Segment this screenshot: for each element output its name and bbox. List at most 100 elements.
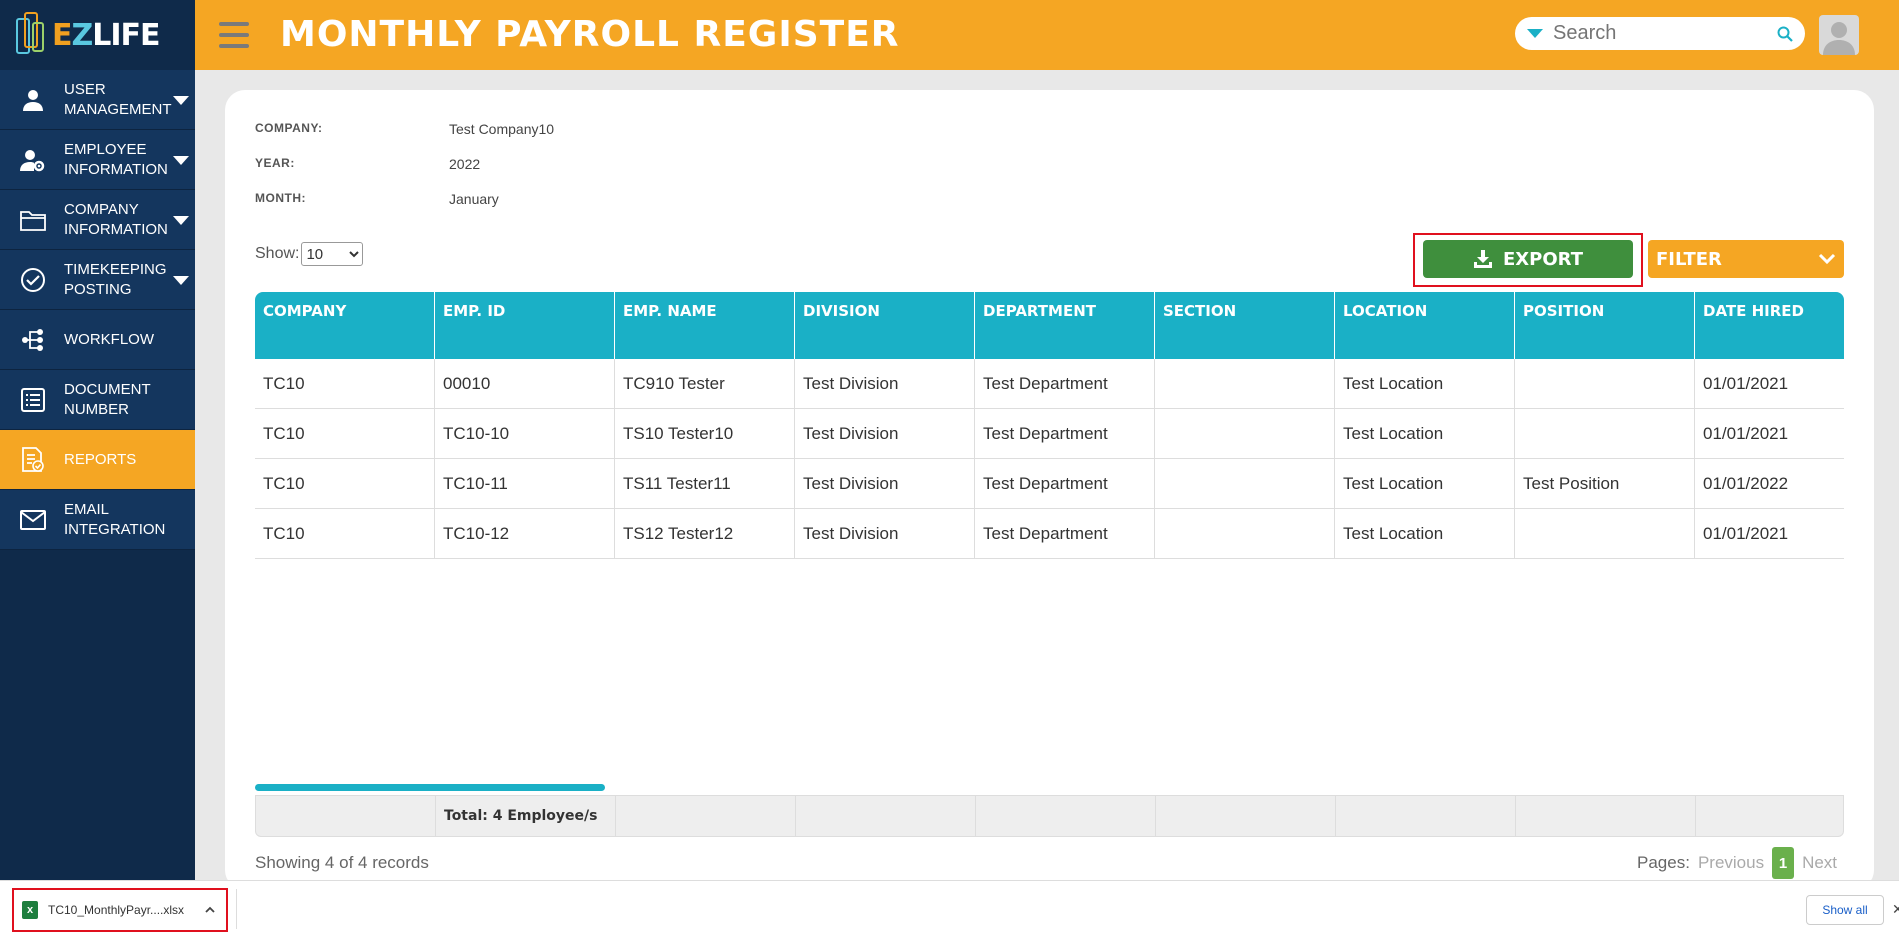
column-header-department[interactable]: DEPARTMENT <box>975 292 1155 359</box>
footer-cell <box>976 796 1156 836</box>
sidebar-item-label: WORKFLOW <box>64 330 154 348</box>
month-label: MONTH: <box>255 191 306 205</box>
report-card: COMPANY: Test Company10 YEAR: 2022 MONTH… <box>225 90 1874 890</box>
table-row: TC10 TC10-10 TS10 Tester10 Test Division… <box>255 409 1844 459</box>
cell-emp-id: TC10-10 <box>435 409 615 459</box>
column-header-company[interactable]: COMPANY <box>255 292 435 359</box>
table-footer: Total: 4 Employee/s <box>255 795 1844 837</box>
chevron-down-icon <box>173 276 189 285</box>
cell-department: Test Department <box>975 359 1155 409</box>
sidebar-item-label: EMPLOYEE INFORMATION <box>64 140 168 178</box>
year-label: YEAR: <box>255 156 295 170</box>
sidebar-item-employee-information[interactable]: EMPLOYEE INFORMATION <box>0 130 195 190</box>
mail-icon <box>18 505 48 535</box>
folder-icon <box>18 205 48 235</box>
footer-cell <box>1696 796 1843 836</box>
filter-label: FILTER <box>1656 248 1722 270</box>
sidebar-item-reports[interactable]: REPORTS <box>0 430 195 490</box>
cell-company: TC10 <box>255 409 435 459</box>
cell-date-hired: 01/01/2022 <box>1703 474 1789 493</box>
report-icon <box>18 445 48 475</box>
download-item[interactable]: x TC10_MonthlyPayr....xlsx <box>12 888 228 932</box>
footer-cell <box>1156 796 1336 836</box>
footer-cell <box>616 796 796 836</box>
column-header-position[interactable]: POSITION <box>1515 292 1695 359</box>
footer-cell <box>256 796 436 836</box>
cell-company: TC10 <box>255 509 435 559</box>
column-header-emp-id[interactable]: EMP. ID <box>435 292 615 359</box>
cell-date-hired: 01/01/2021 <box>1703 424 1789 443</box>
payroll-table: COMPANY EMP. ID EMP. NAME DIVISION DEPAR… <box>255 292 1844 559</box>
column-header-emp-name[interactable]: EMP. NAME <box>615 292 795 359</box>
sidebar-item-label: EMAIL INTEGRATION <box>64 500 166 538</box>
table-row: TC10 TC10-12 TS12 Tester12 Test Division… <box>255 509 1844 559</box>
cell-section <box>1155 459 1335 509</box>
download-bar: x TC10_MonthlyPayr....xlsx Show all ✕ <box>0 880 1899 936</box>
footer-total: Total: 4 Employee/s <box>436 796 616 836</box>
export-button[interactable]: EXPORT <box>1423 240 1633 278</box>
table-row: TC10 TC10-11 TS11 Tester11 Test Division… <box>255 459 1844 509</box>
year-value: 2022 <box>449 156 481 172</box>
cell-emp-id: TC10-11 <box>435 459 615 509</box>
column-header-location[interactable]: LOCATION <box>1335 292 1515 359</box>
chevron-up-icon[interactable] <box>204 904 216 916</box>
sidebar-item-company-information[interactable]: COMPANY INFORMATION <box>0 190 195 250</box>
check-circle-icon <box>18 265 48 295</box>
sidebar-item-label: REPORTS <box>64 450 137 468</box>
search-input[interactable] <box>1553 22 1763 45</box>
cell-section <box>1155 409 1335 459</box>
sidebar-item-document-number[interactable]: DOCUMENT NUMBER <box>0 370 195 430</box>
filter-button[interactable]: FILTER <box>1648 240 1844 278</box>
chevron-down-icon <box>1818 253 1836 265</box>
cell-division: Test Division <box>795 359 975 409</box>
page-number-current[interactable]: 1 <box>1772 847 1795 879</box>
cell-emp-name: TS11 Tester11 <box>615 459 795 509</box>
sidebar-item-workflow[interactable]: WORKFLOW <box>0 310 195 370</box>
divider <box>236 889 237 929</box>
sidebar-item-label: COMPANY INFORMATION <box>64 200 168 238</box>
search-dropdown-icon[interactable] <box>1527 29 1543 38</box>
chevron-down-icon <box>173 156 189 165</box>
cell-location: Test Location <box>1335 409 1515 459</box>
month-value: January <box>449 191 499 207</box>
close-icon[interactable]: ✕ <box>1892 901 1899 918</box>
cell-emp-name: TS10 Tester10 <box>615 409 795 459</box>
table-row: TC10 00010 TC910 Tester Test Division Te… <box>255 359 1844 409</box>
footer-cell <box>1336 796 1516 836</box>
sidebar-item-label: TIMEKEEPING POSTING <box>64 260 167 298</box>
avatar[interactable] <box>1819 15 1859 55</box>
search-icon[interactable] <box>1777 26 1793 42</box>
download-icon <box>1474 250 1492 268</box>
hamburger-menu-icon[interactable] <box>219 22 249 48</box>
sidebar-item-label: DOCUMENT NUMBER <box>64 380 151 418</box>
show-label: Show: <box>255 245 300 262</box>
horizontal-scrollbar[interactable] <box>255 784 605 791</box>
search-box[interactable] <box>1515 17 1805 50</box>
cell-emp-name: TC910 Tester <box>615 359 795 409</box>
footer-cell <box>1516 796 1696 836</box>
app-logo[interactable]: EZLIFE <box>0 0 195 70</box>
sidebar-item-label: USER MANAGEMENT <box>64 80 172 118</box>
company-value: Test Company10 <box>449 121 555 137</box>
cell-division: Test Division <box>795 409 975 459</box>
sidebar-item-user-management[interactable]: USER MANAGEMENT <box>0 70 195 130</box>
page-size-select[interactable]: 10 <box>301 242 364 266</box>
company-label: COMPANY: <box>255 121 323 135</box>
user-icon <box>18 85 48 115</box>
cell-section <box>1155 509 1335 559</box>
column-header-section[interactable]: SECTION <box>1155 292 1335 359</box>
column-header-division[interactable]: DIVISION <box>795 292 975 359</box>
page-title: MONTHLY PAYROLL REGISTER <box>280 14 900 55</box>
export-label: EXPORT <box>1503 248 1583 270</box>
cell-date-hired: 01/01/2021 <box>1703 374 1789 393</box>
logo-icon <box>14 10 48 60</box>
cell-section <box>1155 359 1335 409</box>
download-file-name: TC10_MonthlyPayr....xlsx <box>48 903 185 917</box>
sidebar-item-timekeeping-posting[interactable]: TIMEKEEPING POSTING <box>0 250 195 310</box>
sidebar-item-email-integration[interactable]: EMAIL INTEGRATION <box>0 490 195 550</box>
column-header-date-hired[interactable]: DATE HIRED <box>1695 292 1844 359</box>
cell-position: Test Position <box>1515 459 1695 509</box>
show-all-button[interactable]: Show all <box>1806 895 1884 925</box>
previous-page-link[interactable]: Previous <box>1698 853 1764 873</box>
next-page-link[interactable]: Next <box>1802 853 1837 873</box>
